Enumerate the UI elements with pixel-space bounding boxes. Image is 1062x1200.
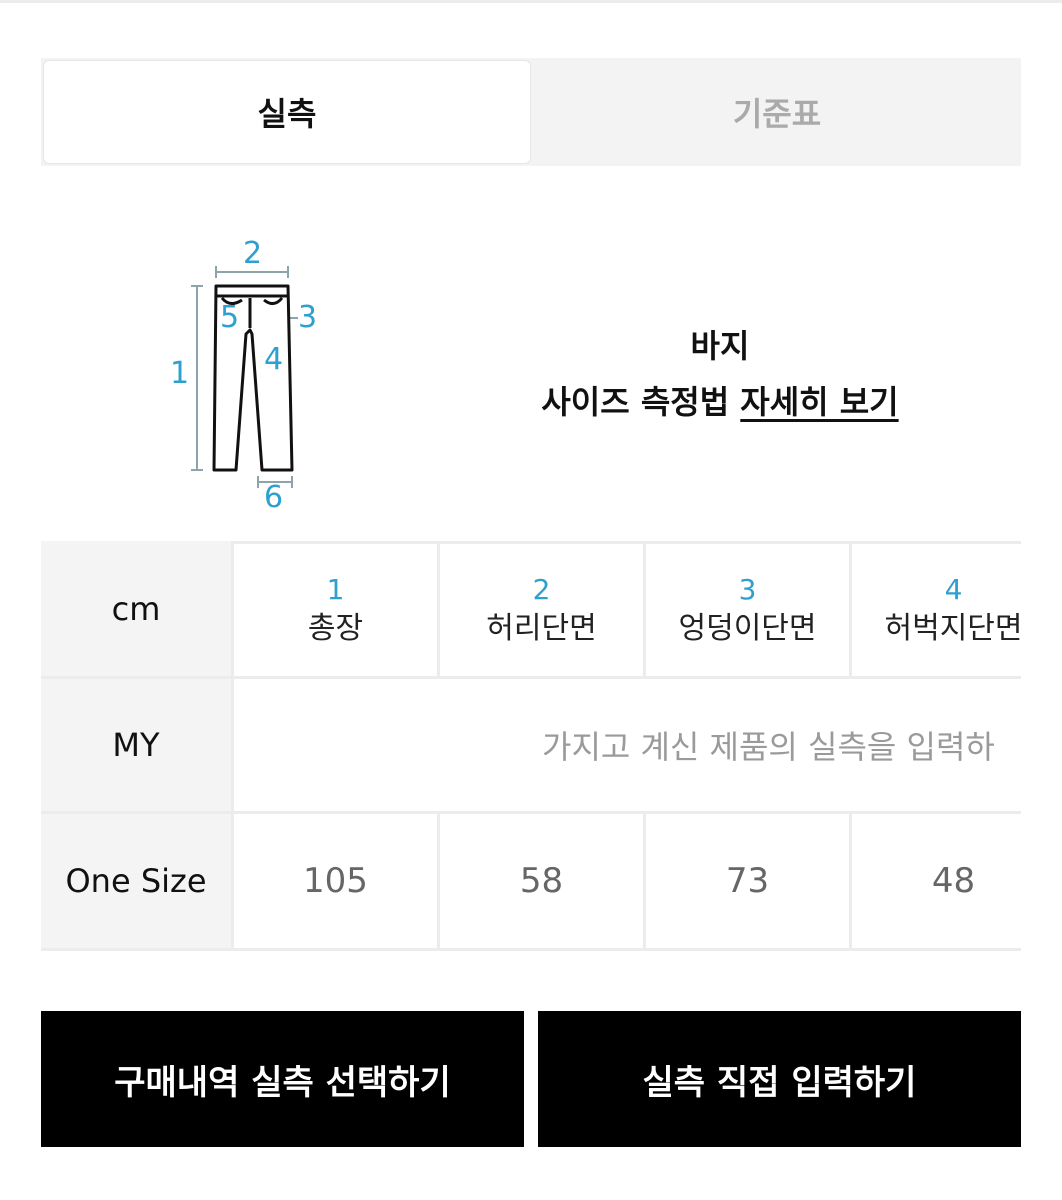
size-row-label: One Size — [65, 862, 207, 900]
column-label: 허벅지단면 — [884, 611, 1022, 646]
column-label: 허리단면 — [486, 611, 597, 646]
guide-label-3: 3 — [298, 300, 318, 335]
unit-header: cm — [41, 541, 231, 676]
my-row-label: MY — [112, 726, 160, 764]
guide-label-1: 1 — [170, 356, 190, 391]
my-measure-placeholder: 가지고 계신 제품의 실측을 입력하 — [542, 728, 995, 766]
column-label: 엉덩이단면 — [678, 611, 817, 646]
howto-details-link[interactable]: 자세히 보기 — [740, 383, 898, 421]
measure-howto: 사이즈 측정법 자세히 보기 — [400, 374, 1040, 430]
size-row-header: One Size — [41, 814, 231, 948]
top-divider — [0, 0, 1062, 3]
column-label: 총장 — [307, 611, 364, 646]
purchase-history-measure-button[interactable]: 구매내역 실측 선택하기 — [41, 1011, 524, 1147]
my-row-header: MY — [41, 679, 231, 811]
product-info: 바지 사이즈 측정법 자세히 보기 — [400, 318, 1040, 430]
guide-label-2: 2 — [243, 236, 263, 271]
guide-label-4: 4 — [264, 342, 284, 377]
size-value-cell: 58 — [440, 814, 643, 948]
column-header: 1 총장 — [234, 544, 437, 676]
unit-label: cm — [111, 589, 161, 628]
my-measure-input[interactable]: 가지고 계신 제품의 실측을 입력하 — [234, 679, 1021, 811]
tab-actual-measure[interactable]: 실측 — [43, 60, 531, 164]
size-value-cell: 48 — [852, 814, 1021, 948]
column-number: 3 — [738, 573, 757, 606]
size-value-cell: 105 — [234, 814, 437, 948]
size-tabs: 실측 기준표 — [41, 58, 1021, 166]
column-number: 4 — [944, 573, 963, 606]
column-header: 3 엉덩이단면 — [646, 544, 849, 676]
product-category: 바지 — [690, 327, 750, 365]
pants-measurement-diagram: 2 1 5 3 4 6 — [160, 230, 320, 520]
howto-prefix: 사이즈 측정법 — [541, 383, 730, 421]
size-table: cm 1 총장 2 허리단면 3 엉덩이단면 4 허벅지단면 MY 가지고 계신… — [41, 541, 1021, 951]
direct-measure-input-button[interactable]: 실측 직접 입력하기 — [538, 1011, 1021, 1147]
guide-label-5: 5 — [220, 300, 240, 335]
guide-label-6: 6 — [264, 480, 284, 515]
size-value-cell: 73 — [646, 814, 849, 948]
column-number: 1 — [326, 573, 345, 606]
column-number: 2 — [532, 573, 551, 606]
column-header: 2 허리단면 — [440, 544, 643, 676]
column-header: 4 허벅지단면 — [852, 544, 1021, 676]
tab-size-standard[interactable]: 기준표 — [533, 58, 1021, 166]
